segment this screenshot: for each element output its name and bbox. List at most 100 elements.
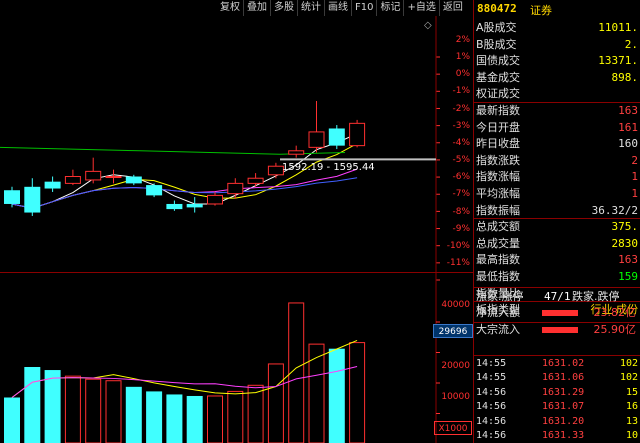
stat-value: 161 [618,120,638,134]
toolbar-button-4[interactable]: 画线 [324,0,351,16]
trade-vol: 16 [625,401,638,413]
stat-value: 1 [631,187,638,200]
y-axis-label: 2% [455,35,470,45]
index-name: 证券 [530,4,552,17]
volume-bar [207,395,223,443]
panel-separator [474,102,640,103]
volume-bar [85,378,102,443]
flow-bar [542,327,578,333]
stat-value: 163 [618,253,638,267]
stat-value: 159 [618,270,638,283]
y-axis-label: 0% [455,69,470,80]
stat-row: 最低指数 159 [474,269,640,285]
trade-row: 14:55 1631.06 102 [474,371,640,385]
chart-toolbar: 复权 叠加 多股 统计 画线 F10 标记 +自选 返回 [217,0,466,16]
volume-bar [44,370,61,443]
y-axis-label: -2% [452,103,470,114]
trade-row: 14:56 1631.33 10 [474,429,640,443]
chart-divider [0,272,473,273]
flow-value: 23.82亿 [593,306,637,319]
trade-row: 14:56 1631.29 15 [474,386,640,400]
stat-value: 2. [624,37,638,51]
trade-time: 14:56 [476,430,507,441]
stat-row: B股成交 2. [474,37,640,53]
trade-vol: 102 [619,372,638,384]
volume-bar [125,386,142,443]
trade-price: 1631.02 [542,358,585,369]
volume-current: 29696 [433,324,473,338]
diamond-icon[interactable]: ◇ [424,20,432,31]
stat-label: 最新指数 [476,104,520,117]
y-axis-label: -1% [452,86,470,97]
candle-body [44,181,61,189]
stat-label: 指数涨幅 [476,170,520,184]
stat-value: 1 [631,170,638,184]
stat-value: 11011. [598,21,638,34]
candle-body [207,194,223,205]
candle-body [349,122,366,147]
stat-row: 平均涨幅 1 [474,186,640,202]
stat-row: 指数振幅 36.32/2 [474,203,640,219]
candle-body [288,150,305,155]
quote-header: 880472 证券 [474,0,640,18]
trade-row: 14:56 1631.20 13 [474,415,640,429]
volume-axis-label: 40000 [441,300,470,310]
volume-axis-label: 20000 [441,361,470,371]
volume-bar [328,348,345,443]
panel-separator [474,355,640,356]
y-axis-label: 1% [455,52,470,63]
stat-label: 平均涨幅 [476,187,520,200]
candle-body [125,176,142,184]
volume-ma-line [11,366,358,398]
stat-row: 昨日收盘 160 [474,136,640,152]
stat-row: 权证成交 [474,86,640,102]
y-axis-label: -5% [452,155,470,166]
toolbar-button-3[interactable]: 统计 [297,0,324,16]
candle-body [247,177,264,184]
trade-price: 1631.33 [542,430,585,441]
candle-body [4,190,20,204]
stat-value: 163 [618,104,638,117]
panel-separator [474,218,640,220]
stat-value: 2830 [611,236,639,250]
toolbar-button-5[interactable]: F10 [351,0,376,16]
toolbar-button-8[interactable]: 返回 [438,0,466,16]
stat-row: 指数涨跌 2 [474,153,640,169]
trade-vol: 15 [625,386,638,398]
kline-chart [0,16,440,443]
stat-label: 总成交额 [476,220,520,234]
y-axis-label: -3% [452,120,470,131]
stat-value: 2 [631,153,638,167]
volume-bar [227,390,244,443]
candle-body [64,176,81,184]
stat-row: 指数涨幅 1 [474,169,640,185]
volume-bar [349,342,366,443]
stat-value: 375. [611,220,639,234]
panel-separator [474,287,640,288]
stat-label: 基金成交 [476,70,520,84]
toolbar-button-1[interactable]: 叠加 [243,0,270,16]
toolbar-button-6[interactable]: 标记 [376,0,403,16]
flow-label: 净流入额 [476,306,520,319]
updown-row: 涨家.涨停 47/1 跌家.跌停 [476,290,620,303]
toolbar-button-7[interactable]: +自选 [403,0,438,16]
volume-ma-line [11,340,358,398]
trade-vol: 102 [619,358,638,369]
trade-price: 1631.20 [542,415,585,427]
flow-bar [542,310,578,316]
toolbar-button-2[interactable]: 多股 [270,0,297,16]
toolbar-button-0[interactable]: 复权 [217,0,243,16]
candle-body [166,203,183,210]
candle-body [308,131,325,148]
trade-price: 1631.07 [542,401,585,413]
ma-line [11,168,358,209]
stat-row: 总成交额 375. [474,219,640,235]
y-axis-label: -6% [452,172,470,183]
trade-time: 14:56 [476,415,507,427]
trade-time: 14:55 [476,372,507,384]
stat-label: 国债成交 [476,54,520,68]
y-axis-label: -11% [446,258,470,268]
stat-label: 指数振幅 [476,203,520,217]
trade-row: 14:56 1631.07 16 [474,400,640,414]
volume-bar [105,380,122,443]
